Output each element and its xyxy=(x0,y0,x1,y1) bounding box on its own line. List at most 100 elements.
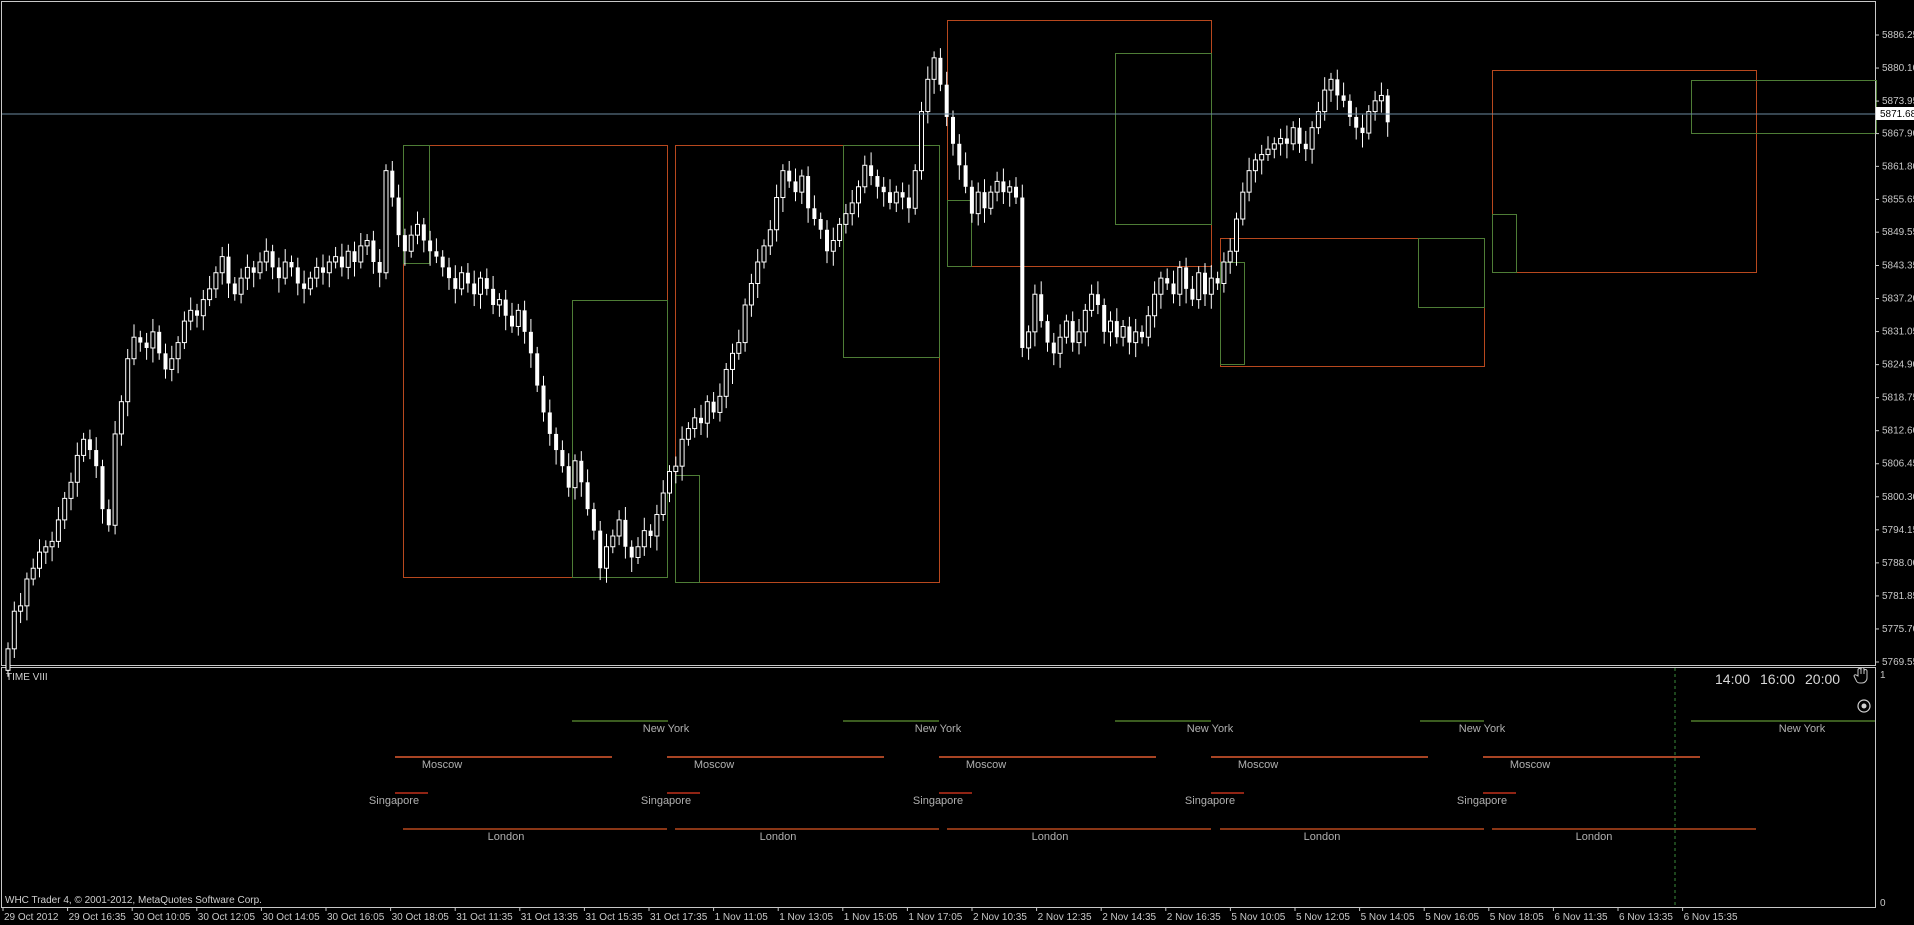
candle xyxy=(1063,314,1069,344)
price-label: 5843.35 xyxy=(1882,260,1914,271)
moscow-session-label: Moscow xyxy=(422,759,462,771)
candle xyxy=(1315,101,1321,135)
candle xyxy=(515,303,521,336)
candle xyxy=(849,190,855,226)
candle xyxy=(503,289,508,331)
candle xyxy=(1246,157,1252,202)
candle xyxy=(888,179,892,210)
candle xyxy=(295,257,300,296)
candle xyxy=(200,289,206,331)
candle xyxy=(623,506,628,559)
london-session-label: London xyxy=(1032,831,1069,843)
time-label: 30 Oct 14:05 xyxy=(262,912,320,923)
candle xyxy=(1335,69,1340,110)
candle xyxy=(440,250,445,277)
candle xyxy=(1290,121,1296,151)
candle xyxy=(131,324,137,366)
candle xyxy=(37,539,42,578)
candle xyxy=(604,533,609,583)
hand-cursor-icon[interactable] xyxy=(1853,667,1868,684)
indicator-frame xyxy=(1,667,1876,908)
candle xyxy=(547,399,552,446)
candle xyxy=(484,268,489,296)
candle xyxy=(459,266,465,296)
time-label: 5 Nov 16:05 xyxy=(1425,912,1479,923)
session-box xyxy=(1492,70,1757,273)
candle xyxy=(282,249,288,285)
candle xyxy=(1014,177,1018,204)
candle xyxy=(383,164,389,280)
candle xyxy=(321,254,325,285)
price-label: 5769.55 xyxy=(1882,657,1914,668)
candle xyxy=(1171,270,1176,304)
candle xyxy=(1145,306,1151,347)
candle xyxy=(81,432,87,462)
time-label: 30 Oct 10:05 xyxy=(133,912,191,923)
candle xyxy=(1385,88,1390,137)
time-axis[interactable]: 29 Oct 2012 29 Oct 16:35 30 Oct 10:05 30 Oc… xyxy=(2,907,1738,923)
candle xyxy=(244,254,250,290)
candle xyxy=(755,249,761,298)
candle xyxy=(787,160,792,188)
candle xyxy=(1227,238,1233,274)
time-label: 1 Nov 17:05 xyxy=(908,912,962,923)
candle xyxy=(447,257,451,290)
candle xyxy=(963,152,968,194)
candle xyxy=(812,195,817,226)
candle xyxy=(957,134,962,180)
candle xyxy=(371,230,376,274)
candle xyxy=(730,343,735,384)
candle xyxy=(18,592,24,624)
price-label: 5812.60 xyxy=(1882,426,1914,437)
candle xyxy=(232,277,237,301)
price-label: 5880.10 xyxy=(1882,63,1914,74)
candle xyxy=(1114,308,1119,344)
session-box xyxy=(947,200,972,267)
candle xyxy=(195,303,199,328)
candle xyxy=(1297,118,1302,153)
price-axis[interactable]: 5886.25 5880.10 5873.95 5867.90 5861.80 5855.… xyxy=(1875,30,1914,668)
price-label: 5806.45 xyxy=(1882,459,1914,470)
candle xyxy=(1165,268,1170,290)
candle xyxy=(1252,153,1258,183)
singapore-session-label: Singapore xyxy=(913,795,963,807)
target-icon[interactable] xyxy=(1857,699,1871,713)
moscow-session-label: Moscow xyxy=(1510,759,1550,771)
time-label: 31 Oct 13:35 xyxy=(521,912,579,923)
candle xyxy=(875,169,880,199)
candle xyxy=(988,185,994,215)
candle xyxy=(641,517,647,556)
candle xyxy=(68,472,74,511)
candle xyxy=(472,270,477,307)
candle xyxy=(257,252,263,280)
session-box xyxy=(1115,53,1212,225)
candle xyxy=(1057,324,1063,368)
candle xyxy=(1108,311,1113,347)
candle xyxy=(554,427,559,465)
time-label: 31 Oct 17:35 xyxy=(650,912,708,923)
candle xyxy=(314,257,320,288)
candle xyxy=(742,298,748,352)
candle xyxy=(856,180,861,218)
price-label: 5837.20 xyxy=(1882,294,1914,305)
candle xyxy=(307,271,313,296)
candle xyxy=(377,249,382,288)
candle xyxy=(55,506,61,548)
candle xyxy=(1240,182,1246,226)
candle xyxy=(345,244,351,280)
time-label: 2 Nov 10:35 xyxy=(973,912,1027,923)
candle xyxy=(43,540,49,564)
price-label: 5775.70 xyxy=(1882,624,1914,635)
time-label: 2 Nov 16:35 xyxy=(1167,912,1221,923)
candle xyxy=(825,220,829,264)
chart-window[interactable]: 5871.68 5886.25 5880.10 5873.95 5867.90 5861… xyxy=(0,0,1914,925)
singapore-session-label: Singapore xyxy=(369,795,419,807)
candle xyxy=(1341,82,1346,108)
price-label: 5861.80 xyxy=(1882,161,1914,172)
candle xyxy=(1026,325,1032,360)
price-label: 5873.95 xyxy=(1882,96,1914,107)
candle xyxy=(925,66,931,124)
candle xyxy=(289,255,294,277)
time-label: 6 Nov 15:35 xyxy=(1684,912,1738,923)
time-label: 2 Nov 12:35 xyxy=(1038,912,1092,923)
